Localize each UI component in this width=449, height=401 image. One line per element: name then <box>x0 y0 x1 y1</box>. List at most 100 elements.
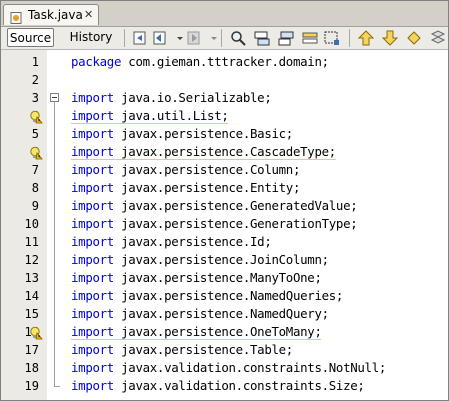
tab-strip: Task.java ✕ <box>1 1 448 27</box>
keyword: import <box>71 90 114 105</box>
find-previous-icon[interactable] <box>253 29 271 47</box>
line-number: 18 <box>24 361 39 375</box>
warning-bulb-icon[interactable] <box>29 145 43 160</box>
keyword: import <box>71 144 114 159</box>
code-line[interactable]: 9 import javax.persistence.GeneratedValue… <box>1 197 448 215</box>
code-line[interactable]: 7 import javax.persistence.Column; <box>1 161 448 179</box>
close-tab-icon[interactable]: ✕ <box>84 8 93 21</box>
chevron-down-icon[interactable] <box>171 29 183 47</box>
code-text: import javax.persistence.GenerationType; <box>71 215 358 233</box>
line-number: 12 <box>24 253 39 267</box>
code-text: import javax.persistence.GeneratedValue; <box>71 197 358 215</box>
code-line[interactable]: 11 import javax.persistence.Id; <box>1 233 448 251</box>
editor-window: Task.java ✕ Source History 1 package com… <box>0 0 449 401</box>
line-number: 15 <box>24 307 39 321</box>
code-rest: javax.persistence.GeneratedValue; <box>113 198 358 213</box>
code-line[interactable]: 15 import javax.persistence.NamedQuery; <box>1 305 448 323</box>
code-rest: javax.persistence.GenerationType; <box>113 216 358 231</box>
code-text: import javax.persistence.ManyToOne; <box>71 269 322 287</box>
code-text: import javax.persistence.Table; <box>71 341 293 359</box>
back-icon[interactable] <box>151 29 169 47</box>
code-text: import javax.persistence.NamedQuery; <box>71 305 329 323</box>
warning-bulb-icon[interactable] <box>29 325 43 340</box>
warning-underline <box>71 123 228 124</box>
toolbar-separator <box>349 29 350 47</box>
editor-toolbar: Source History <box>1 27 448 50</box>
forward-icon[interactable] <box>185 29 203 47</box>
warning-underline <box>71 339 321 340</box>
keyword: import <box>71 108 114 123</box>
fold-end-marker <box>54 386 60 387</box>
keyword: import <box>71 252 114 267</box>
tab-task-java[interactable]: Task.java ✕ <box>3 4 99 25</box>
keyword: import <box>71 216 114 231</box>
shift-line-icon[interactable] <box>429 29 447 47</box>
fold-guide-line <box>54 102 55 386</box>
keyword: import <box>71 180 114 195</box>
line-number: 8 <box>31 181 39 195</box>
history-button[interactable]: History <box>69 28 113 47</box>
code-rest: javax.validation.constraints.Size; <box>113 378 365 393</box>
line-number: 10 <box>24 217 39 231</box>
code-rest: javax.persistence.JoinColumn; <box>113 252 329 267</box>
keyword: import <box>71 306 114 321</box>
code-text: import javax.persistence.JoinColumn; <box>71 251 329 269</box>
code-text: import javax.persistence.Entity; <box>71 179 300 197</box>
next-bookmark-icon[interactable] <box>381 29 399 47</box>
find-next-icon[interactable] <box>277 29 295 47</box>
code-rest: javax.persistence.NamedQuery; <box>113 306 329 321</box>
toggle-highlight-icon[interactable] <box>301 29 319 47</box>
code-rest: javax.persistence.CascadeType; <box>113 144 336 159</box>
keyword: import <box>71 288 114 303</box>
tab-title: Task.java <box>28 8 83 22</box>
source-button[interactable]: Source <box>7 28 54 47</box>
toggle-rect-selection-icon[interactable] <box>323 29 341 47</box>
line-number: 19 <box>24 379 39 393</box>
code-rest: javax.persistence.Entity; <box>113 180 301 195</box>
keyword: import <box>71 162 114 177</box>
code-line[interactable]: 14 import javax.persistence.NamedQueries; <box>1 287 448 305</box>
last-edit-icon[interactable] <box>131 29 149 47</box>
keyword: import <box>71 342 114 357</box>
code-line[interactable]: 17 import javax.persistence.Table; <box>1 341 448 359</box>
code-line[interactable]: 5 import javax.persistence.Basic; <box>1 125 448 143</box>
code-line[interactable]: 4import java.util.List; <box>1 107 448 125</box>
warning-bulb-icon[interactable] <box>29 109 43 124</box>
code-rest: javax.persistence.NamedQueries; <box>113 288 344 303</box>
code-editor[interactable]: 1 package com.gieman.tttracker.domain; 2 3 i… <box>1 50 448 400</box>
previous-bookmark-icon[interactable] <box>357 29 375 47</box>
find-icon[interactable] <box>229 29 247 47</box>
fold-collapse-icon[interactable] <box>50 93 59 102</box>
code-line[interactable]: 10 import javax.persistence.GenerationTyp… <box>1 215 448 233</box>
code-text: import javax.validation.constraints.NotN… <box>71 359 386 377</box>
code-text: import java.io.Serializable; <box>71 89 272 107</box>
line-number: 7 <box>31 163 39 177</box>
keyword: import <box>71 378 114 393</box>
code-line[interactable]: 2 <box>1 71 448 89</box>
warning-underline <box>71 159 336 160</box>
code-line[interactable]: 13 import javax.persistence.ManyToOne; <box>1 269 448 287</box>
toggle-bookmark-icon[interactable] <box>405 29 423 47</box>
code-line[interactable]: 16import javax.persistence.OneToMany; <box>1 323 448 341</box>
code-text: import javax.validation.constraints.Size… <box>71 377 365 395</box>
code-rest: javax.persistence.Column; <box>113 162 301 177</box>
code-rest: java.util.List; <box>113 108 229 123</box>
line-number: 14 <box>24 289 39 303</box>
code-text: package com.gieman.tttracker.domain; <box>71 53 329 71</box>
code-rest: javax.validation.constraints.NotNull; <box>113 360 387 375</box>
code-line[interactable]: 3 import java.io.Serializable; <box>1 89 448 107</box>
code-line[interactable]: 18 import javax.validation.constraints.No… <box>1 359 448 377</box>
code-line[interactable]: 12 import javax.persistence.JoinColumn; <box>1 251 448 269</box>
keyword: import <box>71 324 114 339</box>
chevron-down-icon[interactable] <box>205 29 217 47</box>
keyword: import <box>71 270 114 285</box>
code-rest: javax.persistence.Basic; <box>113 126 293 141</box>
code-line[interactable]: 8 import javax.persistence.Entity; <box>1 179 448 197</box>
code-rest: javax.persistence.ManyToOne; <box>113 270 322 285</box>
code-line[interactable]: 1 package com.gieman.tttracker.domain; <box>1 53 448 71</box>
code-line[interactable]: 6import javax.persistence.CascadeType; <box>1 143 448 161</box>
code-line[interactable]: 19 import javax.validation.constraints.Si… <box>1 377 448 395</box>
code-rest: javax.persistence.Id; <box>113 234 272 249</box>
code-rest: javax.persistence.Table; <box>113 342 293 357</box>
line-number: 9 <box>31 199 39 213</box>
